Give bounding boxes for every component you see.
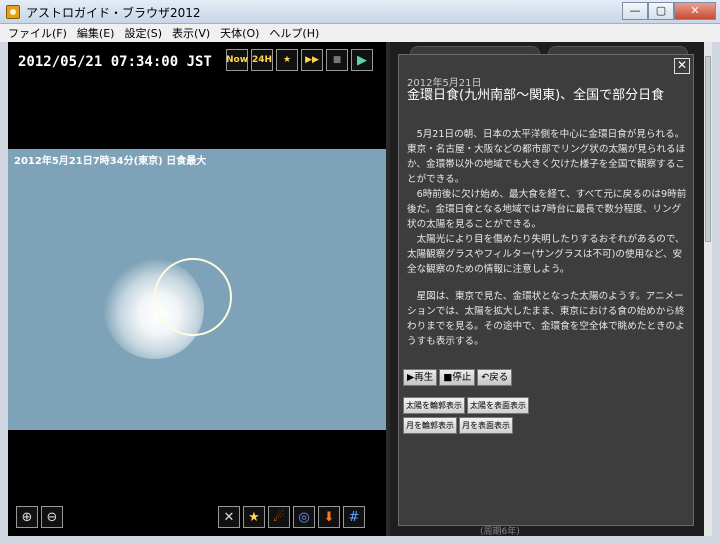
menu-view[interactable]: 表示(V) <box>172 25 210 41</box>
article-popup: ✕ 2012年5月21日 金環日食(九州南部〜関東)、全国で部分日食 5月21日… <box>398 54 694 526</box>
stop-button[interactable]: ■ <box>326 49 348 71</box>
play-button[interactable]: ▶ <box>351 49 373 71</box>
menu-edit[interactable]: 編集(E) <box>77 25 115 41</box>
menu-objects[interactable]: 天体(O) <box>220 25 259 41</box>
article-paragraph: 太陽光により目を傷めたり失明したりするおそれがあるので、太陽観察グラスやフィルタ… <box>407 234 685 275</box>
menu-help[interactable]: ヘルプ(H) <box>269 25 319 41</box>
zoom-out-icon[interactable]: ⊖ <box>41 506 63 528</box>
background-text: (周期6年) <box>480 527 520 537</box>
main-content: 2012/05/21 07:34:00 JST Now 24H ★ ▶▶ ■ ▶… <box>8 42 712 537</box>
fast-forward-button[interactable]: ▶▶ <box>301 49 323 71</box>
scrollbar-thumb[interactable] <box>705 56 711 242</box>
app-icon <box>6 5 20 19</box>
menu-file[interactable]: ファイル(F) <box>8 25 67 41</box>
viewer-toolbar: Now 24H ★ ▶▶ ■ ▶ <box>226 49 376 71</box>
play-animation-button[interactable]: ▶再生 <box>403 369 438 386</box>
article-paragraph: 星図は、東京で見た、金環状となった太陽のようす。アニメーションでは、太陽を拡大し… <box>407 291 685 347</box>
minimize-button[interactable]: — <box>622 2 648 20</box>
annular-eclipse-ring <box>154 258 232 336</box>
sky-caption: 2012年5月21日7時34分(東京) 日食最大 <box>14 156 207 167</box>
animation-controls: ▶再生 ■停止 ↶戻る <box>403 369 514 386</box>
close-button[interactable]: ✕ <box>674 2 716 20</box>
moon-surface-button[interactable]: 月を表面表示 <box>459 417 513 434</box>
moon-outline-button[interactable]: 月を輪郭表示 <box>403 417 457 434</box>
sun-surface-button[interactable]: 太陽を表面表示 <box>467 397 529 414</box>
grid-icon[interactable]: # <box>343 506 365 528</box>
download-icon[interactable]: ⬇ <box>318 506 340 528</box>
24h-button[interactable]: 24H <box>251 49 273 71</box>
comet-icon[interactable]: ☄ <box>268 506 290 528</box>
moon-display-options: 月を輪郭表示 月を表面表示 <box>403 417 515 434</box>
sky-viewer: 2012/05/21 07:34:00 JST Now 24H ★ ▶▶ ■ ▶… <box>8 42 386 536</box>
article-paragraph: 5月21日の朝、日本の太平洋側を中心に金環日食が見られる。東京・名古屋・大阪など… <box>407 129 686 185</box>
sky-view[interactable]: 2012年5月21日7時34分(東京) 日食最大 <box>8 149 386 430</box>
menu-bar: ファイル(F) 編集(E) 設定(S) 表示(V) 天体(O) ヘルプ(H) <box>0 24 720 42</box>
article-body: 5月21日の朝、日本の太平洋側を中心に金環日食が見られる。東京・名古屋・大阪など… <box>407 127 689 349</box>
maximize-button[interactable]: ▢ <box>648 2 674 20</box>
now-button[interactable]: Now <box>226 49 248 71</box>
datetime-display: 2012/05/21 07:34:00 JST <box>18 54 212 70</box>
menu-settings[interactable]: 設定(S) <box>124 25 162 41</box>
window-scrollbar[interactable] <box>704 42 712 536</box>
stop-animation-button[interactable]: ■停止 <box>439 369 476 386</box>
info-pane: ✕ 2012年5月21日 金環日食(九州南部〜関東)、全国で部分日食 5月21日… <box>390 42 712 537</box>
article-title: 金環日食(九州南部〜関東)、全国で部分日食 <box>407 88 665 103</box>
window-title: アストロガイド・ブラウザ2012 <box>26 6 201 20</box>
star-button[interactable]: ★ <box>276 49 298 71</box>
crosshair-icon[interactable]: ✕ <box>218 506 240 528</box>
sun-display-options: 太陽を輪郭表示 太陽を表面表示 <box>403 397 531 414</box>
popup-close-icon[interactable]: ✕ <box>674 58 690 74</box>
zoom-in-icon[interactable]: ⊕ <box>16 506 38 528</box>
sun-outline-button[interactable]: 太陽を輪郭表示 <box>403 397 465 414</box>
galaxy-icon[interactable]: ◎ <box>293 506 315 528</box>
article-date: 2012年5月21日 <box>407 78 482 89</box>
article-paragraph: 6時前後に欠け始め、最大食を経て、すべて元に戻るのは9時前後だ。金環日食となる地… <box>407 189 687 230</box>
star-icon[interactable]: ★ <box>243 506 265 528</box>
title-bar: アストロガイド・ブラウザ2012 — ▢ ✕ <box>0 0 720 24</box>
back-button[interactable]: ↶戻る <box>477 369 513 386</box>
